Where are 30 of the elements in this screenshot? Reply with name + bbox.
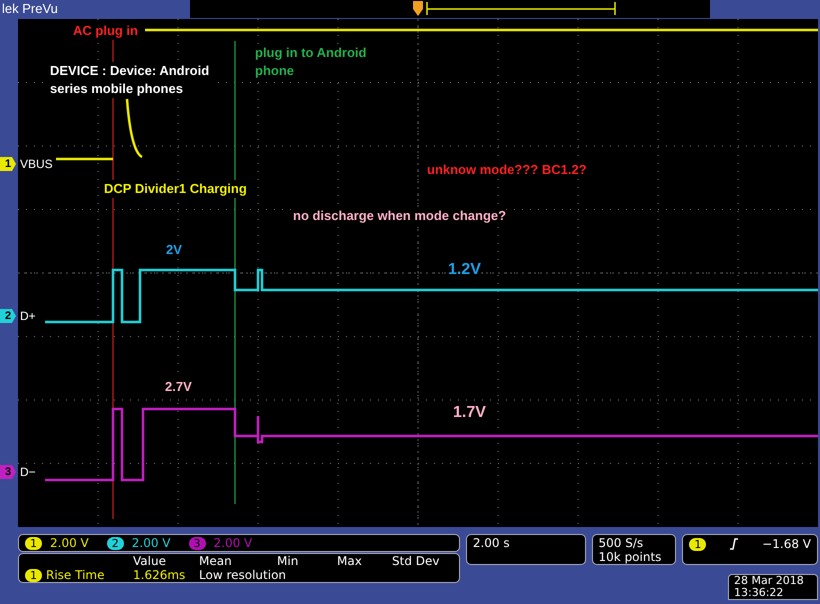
rising-edge-icon	[729, 538, 740, 550]
channel-marker[interactable]: 2	[0, 309, 16, 323]
sample-rate: 500 S/s	[598, 536, 644, 550]
timebase-value: 2.00 s	[472, 536, 511, 550]
column-header: Value	[133, 554, 167, 568]
window-title: lek PreVu	[1, 0, 59, 18]
date-text: 28 Mar 2018	[734, 575, 805, 587]
trigger-position-icon	[413, 1, 423, 17]
channel-scale[interactable]: 1 2.00 V	[25, 536, 89, 550]
measurement-name: 1 Rise Time	[25, 568, 133, 582]
column-header: Mean	[199, 554, 233, 568]
record-length: 10k points	[598, 550, 662, 564]
annotation-text: DCP Divider1 Charging	[104, 180, 247, 198]
channel-label: D−	[20, 465, 36, 479]
time-text: 13:36:22	[734, 587, 784, 599]
measurement-mean: Low resolution	[199, 568, 288, 582]
channel-scale[interactable]: 2 2.00 V	[106, 536, 170, 550]
annotation-text: 2.7V	[165, 378, 192, 396]
trigger-level: −1.68 V	[762, 536, 812, 553]
column-header: Max	[337, 554, 363, 568]
channel-label: VBUS	[20, 157, 53, 171]
trigger-channel: 1	[689, 538, 706, 551]
channel-marker[interactable]: 1	[0, 157, 16, 171]
column-header: Min	[277, 554, 300, 568]
channel-marker[interactable]: 3	[0, 465, 16, 479]
channel-label: D+	[20, 309, 36, 323]
channel-scale[interactable]: 3 2.00 V	[188, 536, 252, 550]
measurement-value: 1.626ms	[133, 568, 186, 582]
annotation-text: no discharge when mode change?	[293, 207, 506, 226]
column-header: Std Dev	[392, 554, 440, 568]
